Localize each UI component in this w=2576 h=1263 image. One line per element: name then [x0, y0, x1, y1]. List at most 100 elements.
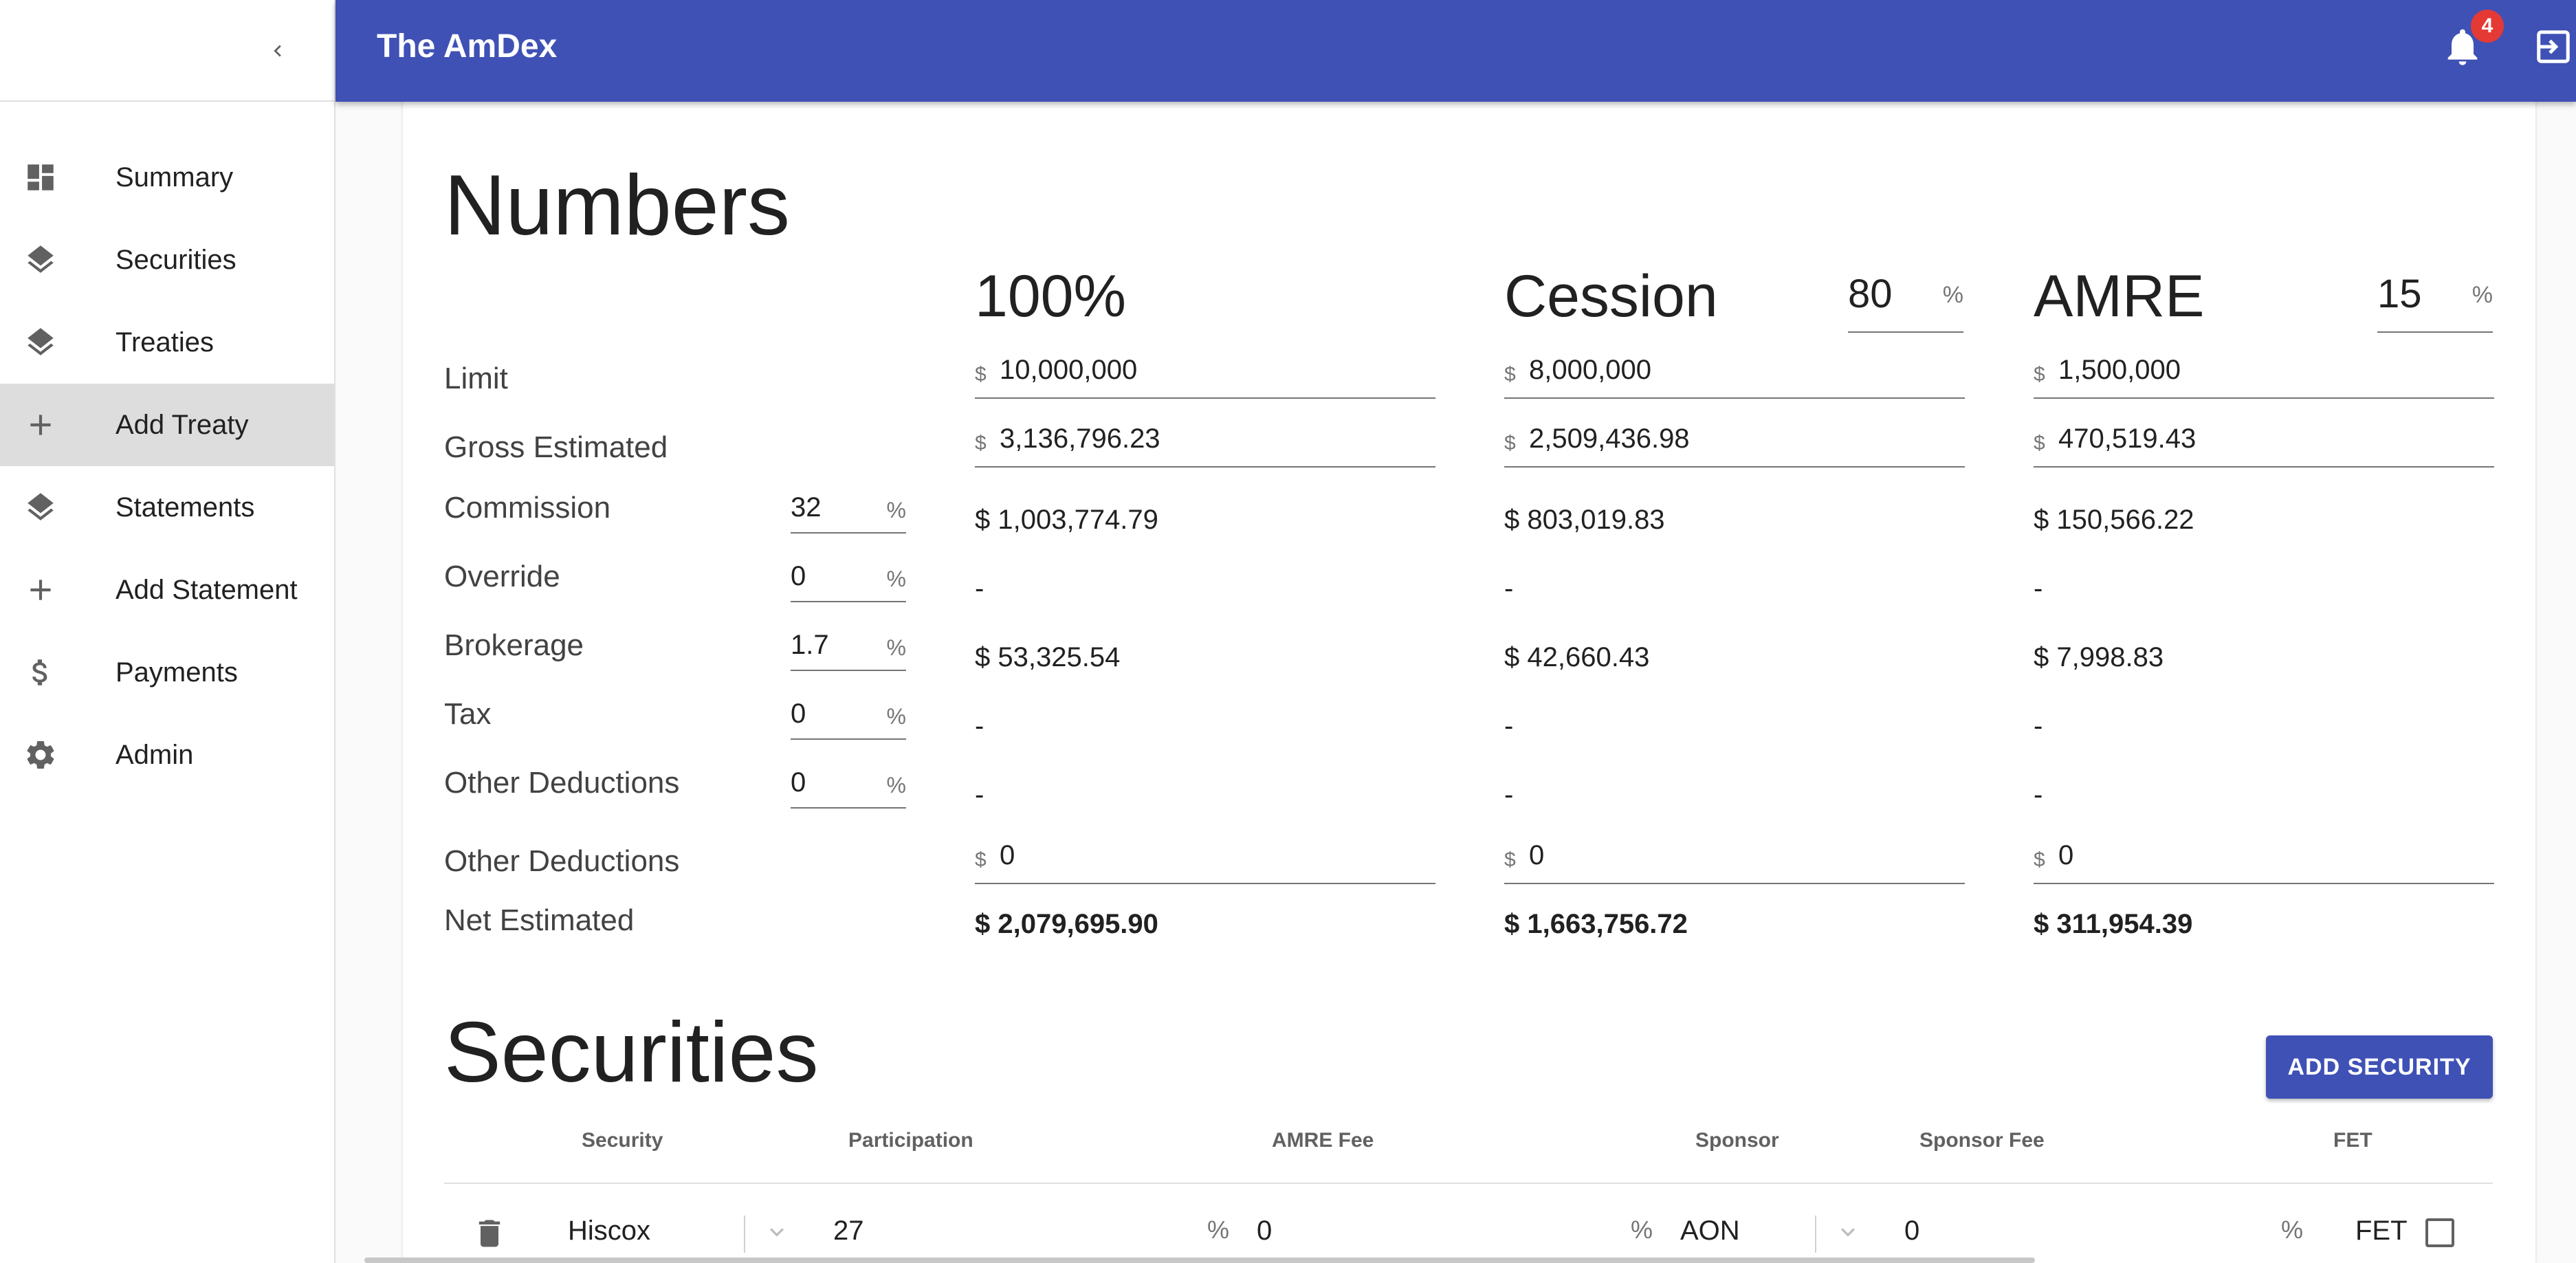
- gross-cession-input[interactable]: $ 2,509,436.98: [1504, 419, 1965, 468]
- security-select[interactable]: Hiscox: [568, 1216, 650, 1246]
- add-security-button[interactable]: ADD SECURITY: [2266, 1035, 2493, 1099]
- horizontal-scrollbar[interactable]: [364, 1257, 2035, 1263]
- percent-suffix: %: [1942, 282, 1963, 308]
- layers-icon: [0, 325, 115, 360]
- sidebar-item-payments[interactable]: Payments: [0, 631, 334, 714]
- other-deductions-pct-full-value: -: [975, 780, 984, 810]
- commission-cession-value: $ 803,019.83: [1504, 505, 1665, 535]
- dashboard-icon: [0, 160, 115, 195]
- cession-percent-value: 80: [1848, 272, 1893, 316]
- column-heading-amre: AMRE: [2034, 263, 2205, 329]
- amre-fee-suffix: %: [1631, 1216, 1653, 1244]
- currency-prefix: $: [975, 432, 987, 454]
- sidebar-item-summary[interactable]: Summary: [0, 136, 334, 219]
- sidebar-header: [0, 0, 334, 102]
- fet-checkbox[interactable]: [2425, 1218, 2454, 1247]
- sidebar-item-label: Add Treaty: [115, 409, 249, 440]
- participation-input[interactable]: 27: [833, 1216, 864, 1246]
- delete-security-button[interactable]: [472, 1214, 507, 1253]
- sidebar: Summary Securities Treaties Add Treaty S…: [0, 0, 335, 1263]
- currency-prefix: $: [1504, 363, 1516, 386]
- table-divider: [444, 1183, 2493, 1184]
- plus-icon: [0, 408, 115, 442]
- percent-suffix: %: [886, 704, 906, 729]
- currency-prefix: $: [975, 848, 987, 871]
- row-label-limit: Limit: [444, 362, 508, 395]
- sidebar-item-add-statement[interactable]: Add Statement: [0, 549, 334, 631]
- sponsor-dropdown-button[interactable]: [1834, 1218, 1862, 1246]
- limit-full-value: 10,000,000: [1000, 355, 1138, 385]
- sidebar-item-label: Add Statement: [115, 574, 298, 605]
- override-percent-input[interactable]: 0 %: [791, 557, 906, 602]
- sponsor-fee-suffix: %: [2281, 1216, 2304, 1244]
- gross-full-input[interactable]: $ 3,136,796.23: [975, 419, 1435, 468]
- sidebar-item-label: Summary: [115, 162, 234, 193]
- percent-suffix: %: [886, 498, 906, 523]
- currency-prefix: $: [2034, 363, 2045, 386]
- amre-percent-input[interactable]: 15 %: [2377, 265, 2493, 333]
- amre-fee-input[interactable]: 0: [1257, 1216, 1272, 1246]
- tax-full-value: -: [975, 711, 984, 741]
- sidebar-item-securities[interactable]: Securities: [0, 219, 334, 301]
- participation-suffix: %: [1207, 1216, 1230, 1244]
- other-deductions-percent-value: 0: [791, 767, 806, 798]
- column-header-security: Security: [582, 1129, 663, 1152]
- row-label-other-deductions-pct: Other Deductions: [444, 766, 680, 800]
- other-deductions-amre-value: 0: [2058, 840, 2074, 870]
- notification-badge: 4: [2471, 10, 2504, 43]
- gross-amre-value: 470,519.43: [2058, 424, 2197, 454]
- sidebar-item-label: Securities: [115, 244, 236, 275]
- main-card: Numbers 100% Cession 80 % AMRE 15 % Limi…: [403, 102, 2535, 1263]
- sidebar-item-label: Admin: [115, 739, 194, 770]
- cession-percent-input[interactable]: 80 %: [1848, 265, 1963, 333]
- override-amre-value: -: [2034, 573, 2043, 604]
- other-deductions-full-input[interactable]: $ 0: [975, 836, 1435, 884]
- commission-percent-input[interactable]: 32 %: [791, 488, 906, 534]
- column-header-sponsor-fee: Sponsor Fee: [1919, 1129, 2045, 1152]
- chevron-left-icon: [274, 45, 281, 57]
- trash-icon: [478, 1220, 500, 1247]
- row-label-tax: Tax: [444, 697, 492, 731]
- app-bar: The AmDex 4: [335, 0, 2576, 102]
- amre-percent-value: 15: [2377, 272, 2422, 316]
- currency-prefix: $: [1504, 432, 1516, 454]
- column-header-fet: FET: [2333, 1129, 2373, 1152]
- sponsor-select[interactable]: AON: [1680, 1216, 1740, 1246]
- row-label-net-estimated: Net Estimated: [444, 903, 635, 937]
- tax-percent-value: 0: [791, 699, 806, 729]
- security-dropdown-button[interactable]: [763, 1218, 791, 1246]
- row-label-other-deductions-amt: Other Deductions: [444, 844, 680, 878]
- limit-amre-input[interactable]: $ 1,500,000: [2034, 351, 2494, 399]
- securities-title: Securities: [444, 1005, 819, 1100]
- sidebar-nav: Summary Securities Treaties Add Treaty S…: [0, 136, 334, 796]
- sponsor-fee-input[interactable]: 0: [1904, 1216, 1919, 1246]
- limit-cession-value: 8,000,000: [1529, 355, 1651, 385]
- other-deductions-pct-amre-value: -: [2034, 780, 2043, 810]
- sidebar-item-statements[interactable]: Statements: [0, 466, 334, 549]
- chevron-down-icon: [1841, 1228, 1855, 1237]
- sidebar-item-admin[interactable]: Admin: [0, 714, 334, 796]
- gross-amre-input[interactable]: $ 470,519.43: [2034, 419, 2494, 468]
- currency-prefix: $: [1504, 848, 1516, 871]
- limit-full-input[interactable]: $ 10,000,000: [975, 351, 1435, 399]
- brokerage-percent-input[interactable]: 1.7 %: [791, 626, 906, 671]
- sidebar-item-add-treaty[interactable]: Add Treaty: [0, 384, 334, 466]
- other-deductions-cession-input[interactable]: $ 0: [1504, 836, 1965, 884]
- select-separator: [1815, 1216, 1816, 1253]
- row-label-gross-estimated: Gross Estimated: [444, 430, 668, 464]
- layers-icon: [0, 243, 115, 277]
- percent-suffix: %: [2472, 282, 2493, 308]
- logout-button[interactable]: [2533, 26, 2574, 67]
- sidebar-item-treaties[interactable]: Treaties: [0, 301, 334, 384]
- other-deductions-percent-input[interactable]: 0 %: [791, 763, 906, 809]
- sidebar-item-label: Treaties: [115, 327, 214, 358]
- tax-percent-input[interactable]: 0 %: [791, 694, 906, 740]
- limit-cession-input[interactable]: $ 8,000,000: [1504, 351, 1965, 399]
- column-heading-full: 100%: [975, 263, 1126, 329]
- gear-icon: [0, 738, 115, 772]
- brokerage-amre-value: $ 7,998.83: [2034, 642, 2164, 672]
- collapse-sidebar-button[interactable]: [256, 29, 300, 73]
- fet-label: FET: [2355, 1216, 2408, 1246]
- other-deductions-amre-input[interactable]: $ 0: [2034, 836, 2494, 884]
- currency-prefix: $: [2034, 432, 2045, 454]
